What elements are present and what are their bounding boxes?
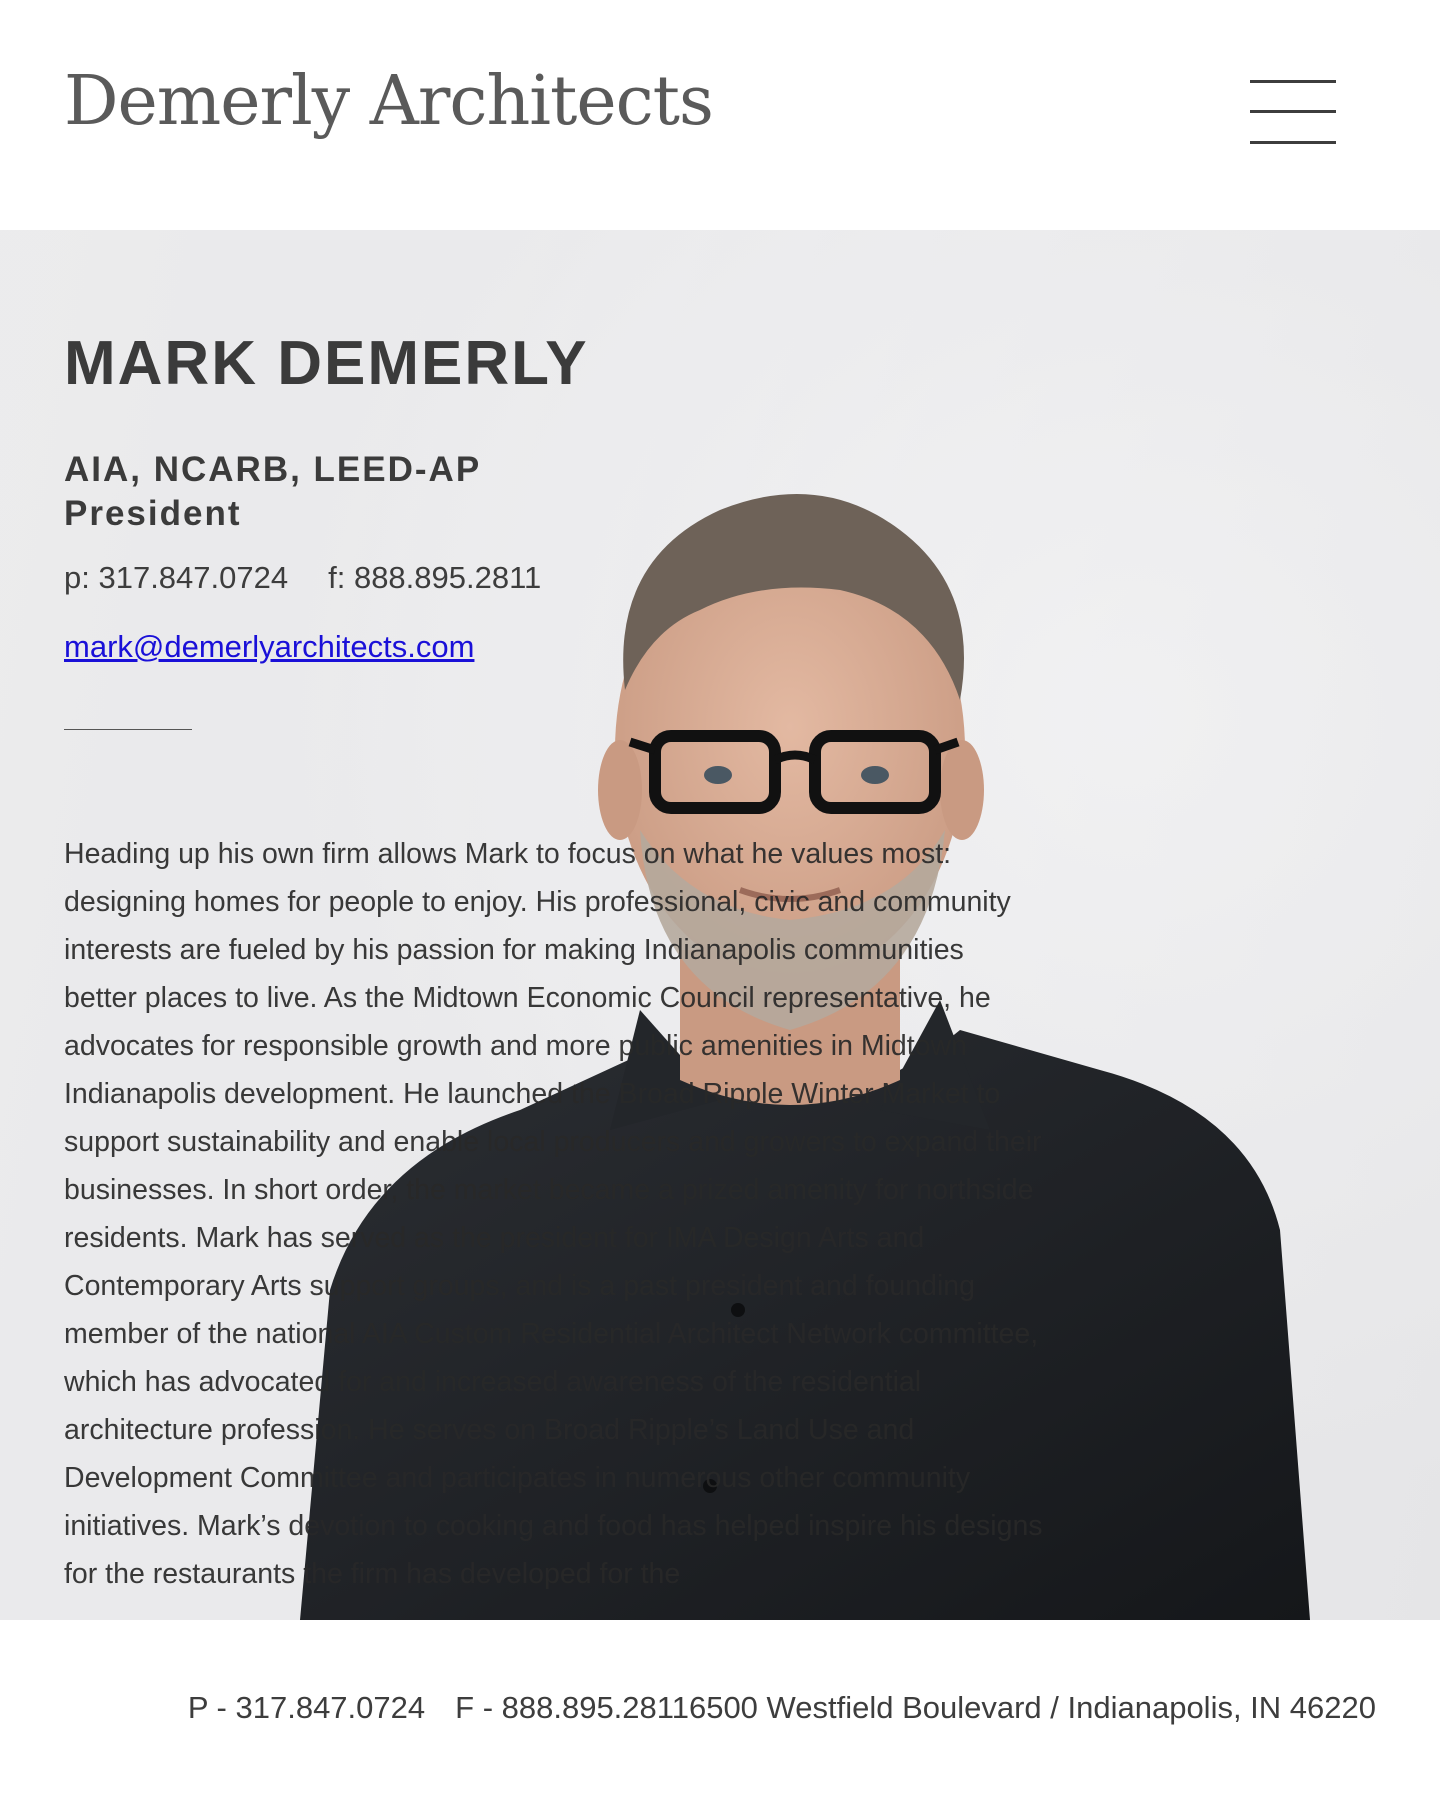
menu-bar-middle — [1250, 110, 1336, 113]
profile-credentials: AIA, NCARB, LEED-AP — [64, 450, 482, 489]
footer-fax-address: F - 888.895.28116500 Westfield Boulevard… — [455, 1690, 1376, 1725]
profile-email-link[interactable]: mark@demerlyarchitects.com — [64, 629, 474, 665]
footer-contact: P - 317.847.0724 F - 888.895.28116500 Wes… — [188, 1690, 1376, 1726]
profile-hero: MARK DEMERLY AIA, NCARB, LEED-AP Preside… — [0, 230, 1440, 1620]
page: Demerly Architects MARK DEMERLY AIA, NCA… — [0, 0, 1440, 1800]
menu-bar-bottom — [1250, 141, 1336, 144]
footer-phone: P - 317.847.0724 — [187, 1690, 426, 1725]
profile-fax: f: 888.895.2811 — [328, 560, 542, 595]
profile-title: President — [64, 494, 242, 533]
section-divider — [64, 729, 192, 730]
profile-bio: Heading up his own firm allows Mark to f… — [64, 838, 1043, 1590]
profile-contact-numbers: p: 317.847.0724 f: 888.895.2811 — [64, 560, 541, 596]
hamburger-menu-icon[interactable] — [1250, 78, 1336, 146]
menu-bar-top — [1250, 80, 1336, 83]
site-header: Demerly Architects — [0, 0, 1440, 230]
profile-credentials-block: AIA, NCARB, LEED-AP President — [64, 448, 481, 536]
profile-name: MARK DEMERLY — [64, 329, 589, 398]
profile-phone: p: 317.847.0724 — [64, 560, 289, 595]
site-footer: P - 317.847.0724 F - 888.895.28116500 Wes… — [0, 1620, 1440, 1800]
site-logo[interactable]: Demerly Architects — [64, 62, 714, 141]
